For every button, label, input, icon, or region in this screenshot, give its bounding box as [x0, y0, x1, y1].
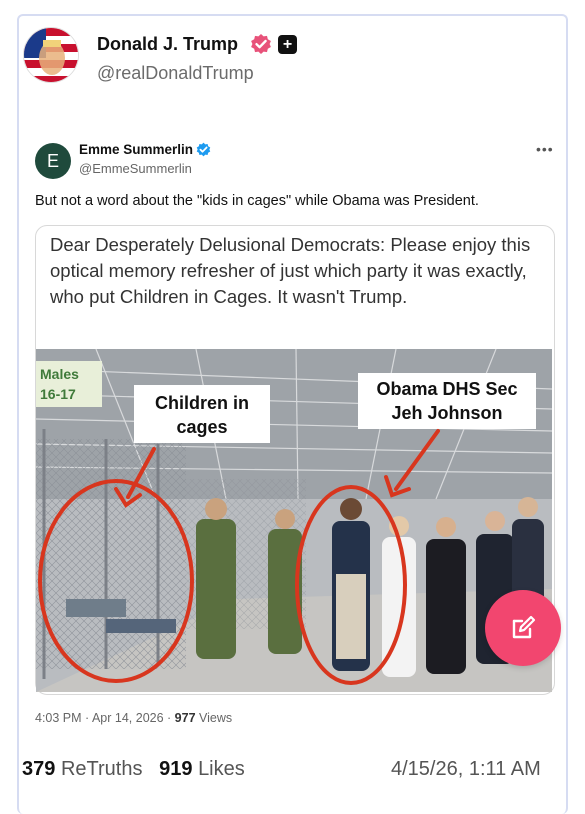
- retruths-label[interactable]: ReTruths: [61, 758, 143, 780]
- verified-badge-icon: [250, 33, 272, 55]
- author-avatar[interactable]: [23, 27, 79, 83]
- likes-count[interactable]: 919: [159, 758, 192, 780]
- engagement-stats: 379 ReTruths 919 Likes: [22, 758, 245, 781]
- caption-children-line-1: Children in: [155, 393, 249, 413]
- embedded-author-name[interactable]: Emme Summerlin: [79, 142, 193, 157]
- retruths-count[interactable]: 379: [22, 758, 55, 780]
- males-sign-text-1: Males: [40, 366, 79, 382]
- embedded-timestamp: 4:03 PM · Apr 14, 2026 ·: [35, 711, 175, 725]
- likes-label[interactable]: Likes: [198, 758, 245, 780]
- embedded-author-handle[interactable]: @EmmeSummerlin: [79, 161, 192, 176]
- males-sign-text-2: 16-17: [40, 386, 76, 402]
- author-handle[interactable]: @realDonaldTrump: [97, 63, 254, 84]
- embedded-post-text: But not a word about the "kids in cages"…: [35, 193, 479, 209]
- quoted-image-text: Dear Desperately Delusional Democrats: P…: [50, 234, 531, 307]
- post-date: 4/15/26, 1:11 AM: [391, 758, 541, 780]
- plus-badge-icon: +: [278, 35, 297, 54]
- compose-button[interactable]: [485, 590, 561, 666]
- embedded-post-meta: 4:03 PM · Apr 14, 2026 · 977 Views: [35, 711, 232, 725]
- embedded-photo[interactable]: Males 16-17 Children in cages Obama DHS …: [36, 349, 552, 692]
- caption-obama-line-2: Jeh Johnson: [391, 403, 502, 423]
- embedded-avatar[interactable]: E: [35, 143, 71, 179]
- embedded-verified-icon: [196, 142, 211, 157]
- embedded-views-label: Views: [195, 711, 233, 725]
- pencil-edit-icon: [512, 615, 536, 639]
- caption-children-line-2: cages: [176, 417, 227, 437]
- caption-obama-line-1: Obama DHS Sec: [376, 379, 517, 399]
- more-options-icon[interactable]: •••: [536, 141, 554, 157]
- embedded-views-count: 977: [174, 711, 196, 725]
- author-name[interactable]: Donald J. Trump: [97, 34, 238, 55]
